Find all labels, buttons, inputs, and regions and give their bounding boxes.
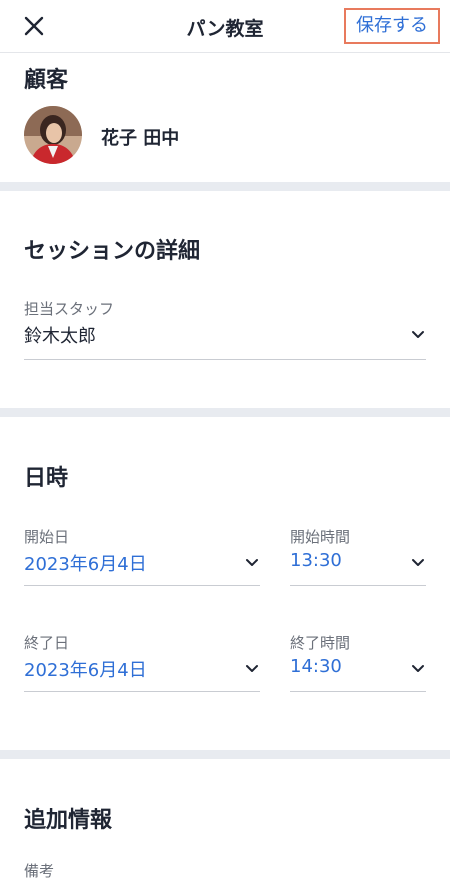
start-date-value: 2023年6月4日	[24, 554, 147, 575]
chevron-down-icon	[246, 665, 258, 672]
notes-label: 備考	[24, 862, 55, 880]
customer-heading: 顧客	[24, 68, 69, 93]
save-button[interactable]: 保存する	[344, 8, 440, 44]
start-date-select[interactable]: 開始日 2023年6月4日	[24, 526, 260, 586]
field-underline	[290, 691, 426, 692]
datetime-heading: 日時	[24, 466, 69, 491]
start-time-value: 13:30	[290, 550, 342, 571]
avatar-photo-icon	[24, 106, 82, 164]
start-time-label: 開始時間	[290, 528, 351, 546]
section-divider	[0, 408, 450, 417]
start-date-label: 開始日	[24, 528, 70, 546]
avatar[interactable]	[24, 106, 82, 164]
additional-heading: 追加情報	[24, 808, 113, 833]
notes-field[interactable]: 備考	[24, 860, 426, 891]
section-divider	[0, 182, 450, 191]
chevron-down-icon	[412, 331, 424, 338]
end-time-label: 終了時間	[290, 634, 351, 652]
end-time-select[interactable]: 終了時間 14:30	[290, 632, 426, 692]
end-date-value: 2023年6月4日	[24, 660, 147, 681]
section-divider	[0, 750, 450, 759]
top-bar: パン教室 保存する	[0, 0, 450, 53]
field-underline	[24, 359, 426, 360]
staff-select[interactable]: 担当スタッフ 鈴木太郎	[24, 298, 426, 360]
field-underline	[24, 585, 260, 586]
chevron-down-icon	[412, 559, 424, 566]
start-time-select[interactable]: 開始時間 13:30	[290, 526, 426, 586]
customer-name[interactable]: 花子 田中	[101, 124, 179, 150]
end-time-value: 14:30	[290, 656, 342, 677]
end-date-select[interactable]: 終了日 2023年6月4日	[24, 632, 260, 692]
staff-label: 担当スタッフ	[24, 300, 115, 318]
end-date-label: 終了日	[24, 634, 70, 652]
staff-value: 鈴木太郎	[24, 326, 96, 347]
field-underline	[24, 691, 260, 692]
chevron-down-icon	[246, 559, 258, 566]
session-heading: セッションの詳細	[24, 239, 201, 264]
chevron-down-icon	[412, 665, 424, 672]
field-underline	[290, 585, 426, 586]
